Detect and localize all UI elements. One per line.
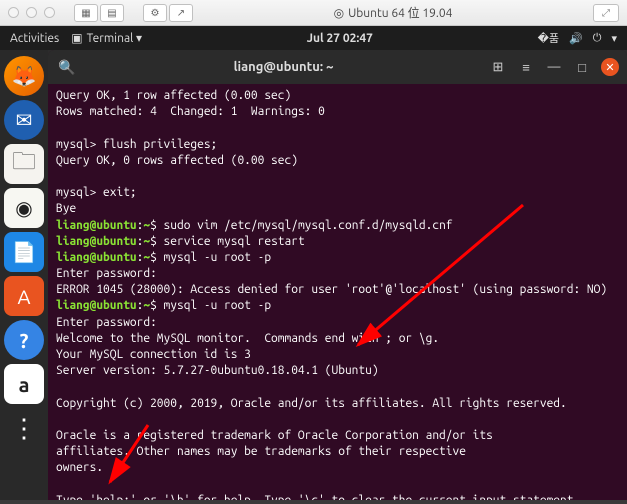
mac-window-title: ◎ Ubuntu 64 位 19.04 <box>200 4 586 21</box>
terminal-line: Enter password: <box>56 315 619 331</box>
terminal-line: Bye <box>56 201 619 217</box>
mac-traffic-lights <box>8 7 55 18</box>
dock-ubuntu-software-icon[interactable]: A <box>4 276 44 316</box>
terminal-titlebar: 🔍 liang@ubuntu: ~ ⊞ ≡ — □ ✕ <box>48 50 627 84</box>
terminal-line <box>56 169 619 185</box>
dock-amazon-icon[interactable]: a <box>4 364 44 404</box>
terminal-line <box>56 379 619 395</box>
new-tab-button[interactable]: ⊞ <box>489 58 507 76</box>
terminal-line: Rows matched: 4 Changed: 1 Warnings: 0 <box>56 104 619 120</box>
mac-toolbar-button[interactable]: ⚙ <box>143 4 167 22</box>
close-button[interactable]: ✕ <box>601 58 619 76</box>
chevron-down-icon: ▾ <box>611 32 617 45</box>
minimize-button[interactable]: — <box>545 58 563 76</box>
terminal-line: Type 'help;' or '\h' for help. Type '\c'… <box>56 493 619 500</box>
terminal-line: Server version: 5.7.27-0ubuntu0.18.04.1 … <box>56 363 619 379</box>
dock-firefox-icon[interactable]: 🦊 <box>4 56 44 96</box>
search-icon[interactable]: 🔍 <box>56 59 78 76</box>
maximize-button[interactable]: □ <box>573 58 591 76</box>
terminal-line: Your MySQL connection id is 3 <box>56 347 619 363</box>
mac-minimize-button[interactable] <box>26 7 37 18</box>
terminal-title: liang@ubuntu: ~ <box>78 60 489 74</box>
terminal-line: Query OK, 0 rows affected (0.00 sec) <box>56 153 619 169</box>
mac-toolbar-button-right[interactable]: ⤢ <box>593 4 619 22</box>
terminal-line: Enter password: <box>56 266 619 282</box>
terminal-line: owners. <box>56 460 619 476</box>
mac-zoom-button[interactable] <box>44 7 55 18</box>
dock-libreoffice-writer-icon[interactable]: 📄 <box>4 232 44 272</box>
terminal-line <box>56 120 619 136</box>
terminal-line: liang@ubuntu:~$ sudo vim /etc/mysql/mysq… <box>56 218 619 234</box>
activities-button[interactable]: Activities <box>10 32 59 45</box>
terminal-line: Query OK, 1 row affected (0.00 sec) <box>56 88 619 104</box>
terminal-icon: ▣ <box>71 31 82 45</box>
power-icon: ⏻ <box>593 32 602 45</box>
app-menu[interactable]: ▣ Terminal ▾ <box>71 31 142 45</box>
terminal-line: mysql> exit; <box>56 185 619 201</box>
terminal-line: Oracle is a registered trademark of Orac… <box>56 428 619 444</box>
system-status-area[interactable]: �품 🔊 ⏻ ▾ <box>538 30 617 46</box>
ubuntu-top-bar: Activities ▣ Terminal ▾ Jul 27 02:47 �품 … <box>0 26 627 50</box>
mac-toolbar-button[interactable]: ▤ <box>100 4 124 22</box>
network-icon: �품 <box>538 30 559 46</box>
terminal-line: mysql> flush privileges; <box>56 137 619 153</box>
terminal-line <box>56 412 619 428</box>
terminal-line: liang@ubuntu:~$ service mysql restart <box>56 234 619 250</box>
mac-window-titlebar: ▦ ▤ ⚙ ↗ ◎ Ubuntu 64 位 19.04 ⤢ <box>0 0 627 26</box>
dock-files-icon[interactable]: 🗀 <box>4 144 44 184</box>
mac-toolbar-button[interactable]: ▦ <box>74 4 98 22</box>
disc-icon: ◎ <box>334 6 344 20</box>
terminal-line: liang@ubuntu:~$ mysql -u root -p <box>56 250 619 266</box>
terminal-window: 🔍 liang@ubuntu: ~ ⊞ ≡ — □ ✕ Query OK, 1 … <box>48 50 627 500</box>
terminal-line: Welcome to the MySQL monitor. Commands e… <box>56 331 619 347</box>
mac-toolbar-button[interactable]: ↗ <box>169 4 193 22</box>
terminal-output[interactable]: Query OK, 1 row affected (0.00 sec)Rows … <box>48 84 627 500</box>
dock-thunderbird-icon[interactable]: ✉ <box>4 100 44 140</box>
dock-show-apps-icon[interactable]: ⋮⋮⋮ <box>4 408 44 448</box>
terminal-line: affiliates. Other names may be trademark… <box>56 444 619 460</box>
mac-close-button[interactable] <box>8 7 19 18</box>
terminal-line: Copyright (c) 2000, 2019, Oracle and/or … <box>56 396 619 412</box>
ubuntu-dock: 🦊 ✉ 🗀 ◉ 📄 A ? a ⋮⋮⋮ <box>0 50 48 500</box>
desktop: 🦊 ✉ 🗀 ◉ 📄 A ? a ⋮⋮⋮ 🔍 liang@ubuntu: ~ ⊞ … <box>0 50 627 500</box>
clock[interactable]: Jul 27 02:47 <box>142 32 538 45</box>
menu-icon[interactable]: ≡ <box>517 58 535 76</box>
dock-rhythmbox-icon[interactable]: ◉ <box>4 188 44 228</box>
terminal-line: ERROR 1045 (28000): Access denied for us… <box>56 282 619 298</box>
terminal-line: liang@ubuntu:~$ mysql -u root -p <box>56 298 619 314</box>
volume-icon: 🔊 <box>569 32 583 45</box>
mac-toolbar-group-left: ▦ ▤ <box>74 4 124 22</box>
terminal-line <box>56 477 619 493</box>
dock-help-icon[interactable]: ? <box>4 320 44 360</box>
mac-toolbar-group: ⚙ ↗ <box>143 4 193 22</box>
